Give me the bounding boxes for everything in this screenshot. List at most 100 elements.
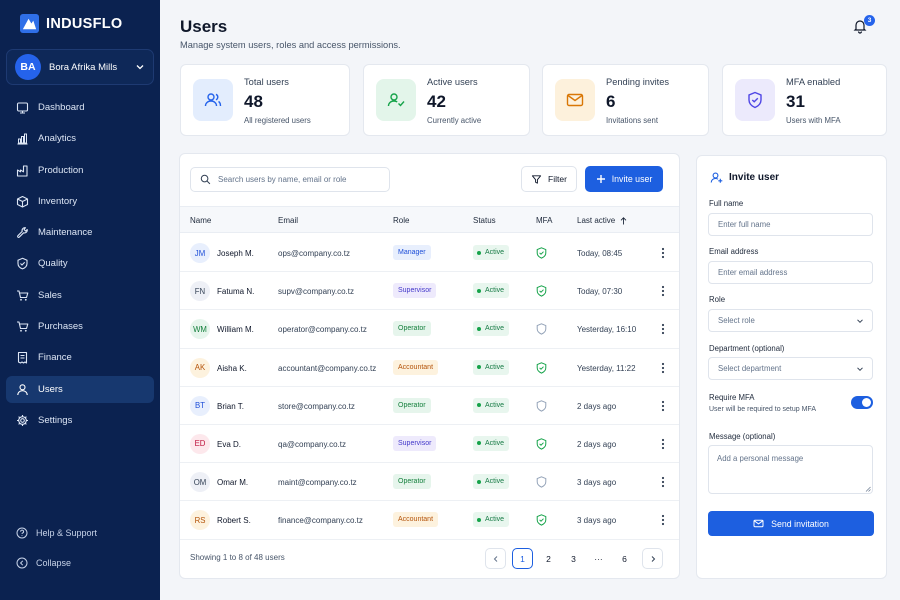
table-row[interactable]: RS Robert S. finance@company.co.tz Accounta… (180, 501, 679, 540)
invite-user-button[interactable]: Invite user (585, 166, 663, 192)
user-email: maint@company.co.tz (278, 478, 357, 488)
last-active: 3 days ago (577, 478, 617, 488)
sidebar-item-sales[interactable]: Sales (6, 282, 154, 309)
avatar: OM (190, 472, 210, 493)
column-header-mfa[interactable]: MFA (536, 216, 552, 225)
column-header-last-active[interactable]: Last active (577, 216, 627, 225)
sidebar-item-finance[interactable]: Finance (6, 344, 154, 371)
user-email: operator@company.co.tz (278, 325, 367, 335)
org-switcher[interactable]: BA Bora Afrika Mills (6, 49, 154, 85)
stat-label: Total users (244, 77, 289, 87)
column-header-role[interactable]: Role (393, 216, 409, 225)
role-badge: Operator (393, 397, 431, 413)
status-label: Active (485, 401, 505, 409)
more-options-icon[interactable] (660, 437, 666, 451)
email-field[interactable] (708, 261, 873, 284)
require-mfa-help: User will be required to setup MFA (709, 406, 816, 413)
stat-label: Pending invites (606, 77, 670, 87)
last-active: Yesterday, 16:10 (577, 325, 637, 335)
sort-ascending-icon (620, 216, 627, 224)
message-field[interactable] (708, 445, 873, 494)
collapse-icon (16, 557, 28, 569)
sidebar-item-label: Inventory (38, 195, 78, 207)
role-badge: Accountant (393, 359, 439, 375)
shield-icon (536, 476, 547, 488)
users-icon (193, 79, 233, 121)
sidebar-item-label: Dashboard (38, 102, 85, 113)
sidebar-item-maintenance[interactable]: Maintenance (6, 219, 154, 246)
search-box[interactable] (190, 167, 390, 192)
column-header-name[interactable]: Name (190, 216, 211, 225)
column-header-status[interactable]: Status (473, 216, 496, 225)
sidebar-item-dashboard[interactable]: Dashboard (6, 94, 154, 121)
column-header-email[interactable]: Email (278, 216, 298, 225)
sidebar-nav: Dashboard Analytics Production Inventory Mai… (6, 94, 154, 438)
table-row[interactable]: AK Aisha K. accountant@company.co.tz Accoun… (180, 349, 679, 387)
app-logo[interactable]: INDUSFLO (20, 14, 123, 33)
role-select[interactable]: Select role (708, 309, 873, 332)
more-options-icon[interactable] (660, 399, 666, 413)
more-options-icon[interactable] (660, 246, 666, 260)
status-dot (477, 479, 481, 484)
status-badge: Active (473, 359, 510, 375)
last-active: Today, 07:30 (577, 287, 623, 297)
status-badge: Active (473, 397, 510, 413)
status-dot (477, 250, 481, 255)
status-dot (477, 365, 481, 370)
sidebar-item-users[interactable]: Users (6, 375, 154, 403)
page-button-3[interactable]: 3 (563, 548, 584, 569)
require-mfa-toggle[interactable] (851, 396, 873, 409)
avatar: RS (190, 510, 210, 531)
send-invitation-button[interactable]: Send invitation (708, 511, 874, 536)
next-page-button[interactable] (642, 548, 663, 569)
search-icon (200, 174, 211, 185)
search-input[interactable] (218, 175, 383, 184)
stat-card-pending-invites: Pending invites 6 Invitations sent (542, 64, 709, 136)
status-label: Active (485, 516, 505, 524)
prev-page-button[interactable] (485, 548, 506, 569)
table-row[interactable]: BT Brian T. store@company.co.tz Operator Act… (180, 387, 679, 425)
table-row[interactable]: WM William M. operator@company.co.tz Operat… (180, 310, 679, 349)
table-row[interactable]: JM Joseph M. ops@company.co.tz Manager Activ… (180, 234, 679, 273)
page-button-1[interactable]: 1 (512, 548, 533, 569)
table-row[interactable]: ED Eva D. qa@company.co.tz Supervisor Active… (180, 425, 679, 464)
shield-check-icon (17, 258, 28, 270)
sidebar-item-settings[interactable]: Settings (6, 407, 154, 434)
more-options-icon[interactable] (660, 361, 666, 375)
user-email: supv@company.co.tz (278, 287, 355, 297)
department-select[interactable]: Select department (708, 357, 873, 380)
sidebar-item-quality[interactable]: Quality (6, 250, 154, 277)
page-subtitle: Manage system users, roles and access pe… (180, 40, 401, 50)
page-button-6[interactable]: 6 (614, 548, 635, 569)
shield-check-icon (536, 361, 547, 374)
more-options-icon[interactable] (660, 322, 666, 336)
sidebar-item-production[interactable]: Production (6, 157, 154, 184)
status-dot (477, 441, 481, 446)
sidebar-item-purchases[interactable]: Purchases (6, 313, 154, 340)
page-button-2[interactable]: 2 (538, 548, 559, 569)
collapse-button[interactable]: Collapse (6, 553, 154, 573)
filter-button[interactable]: Filter (521, 166, 577, 192)
resize-grip-icon[interactable] (865, 486, 871, 492)
more-options-icon[interactable] (660, 475, 666, 489)
sidebar-item-analytics[interactable]: Analytics (6, 125, 154, 152)
table-row[interactable]: OM Omar M. maint@company.co.tz Operator Acti… (180, 463, 679, 502)
user-icon (17, 383, 28, 395)
sidebar-item-inventory[interactable]: Inventory (6, 188, 154, 215)
status-label: Active (485, 249, 505, 256)
chevron-down-icon (857, 318, 863, 323)
status-badge: Active (473, 283, 510, 299)
user-name: Brian T. (217, 401, 244, 411)
sidebar-item-label: Production (38, 164, 84, 176)
stat-caption: All registered users (244, 116, 311, 125)
sidebar-item-label: Settings (38, 414, 73, 426)
user-name: Eva D. (217, 439, 242, 449)
last-active: Yesterday, 11:22 (577, 363, 636, 373)
logo-icon (20, 14, 39, 33)
more-options-icon[interactable] (660, 284, 666, 298)
help-support-link[interactable]: Help & Support (6, 523, 154, 543)
shield-check-icon (536, 514, 547, 526)
table-row[interactable]: FN Fatuma N. supv@company.co.tz Supervisor A… (180, 272, 679, 311)
more-options-icon[interactable] (660, 513, 666, 527)
full-name-field[interactable] (708, 213, 873, 236)
